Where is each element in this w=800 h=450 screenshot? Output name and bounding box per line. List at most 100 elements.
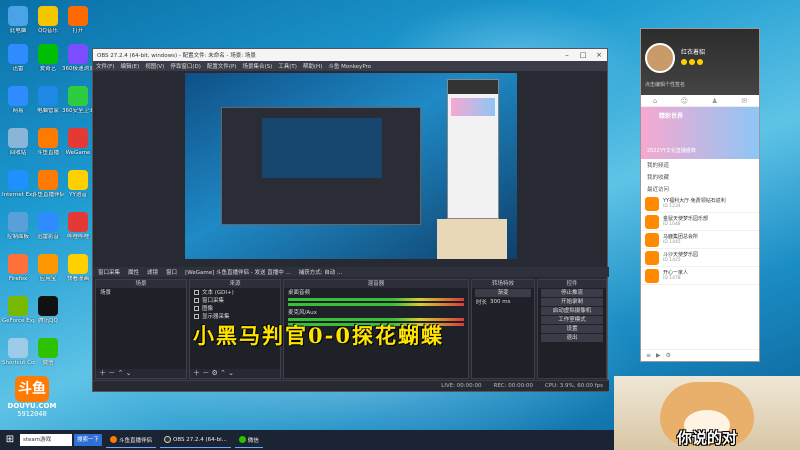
up-icon[interactable]: ⌃ [117, 369, 123, 377]
capture-method-select[interactable]: 捕获方式: 自动 ... [299, 268, 343, 276]
desktop-icon-label: GeForce Experience [2, 318, 34, 324]
desktop-icon[interactable]: YY语音 [62, 170, 94, 198]
add-icon[interactable]: ＋ [99, 369, 106, 377]
desktop-icon[interactable]: 腾讯QQ [32, 296, 64, 324]
menu-view[interactable]: 视图(V) [145, 62, 164, 70]
channel-icon[interactable]: ♟ [712, 97, 718, 105]
desktop-icon-label: 回收站 [9, 150, 27, 156]
menu-profile[interactable]: 配置文件(P) [207, 62, 237, 70]
desktop-icon[interactable]: 应用宝 [32, 254, 64, 282]
desktop-icon[interactable]: 360安全卫士 [62, 86, 94, 114]
up-icon[interactable]: ⌃ [220, 369, 226, 377]
yy-signature[interactable]: 点击编辑个性签名 [645, 81, 685, 88]
gear-icon[interactable]: ⚙ [211, 369, 217, 377]
source-item[interactable]: 显示器采集 [190, 312, 280, 320]
list-item[interactable]: YY福利大厅·免费领钻石返利 ID 1234 [641, 195, 759, 213]
desktop-icon[interactable]: 电脑管家 [32, 86, 64, 114]
settings-button[interactable]: 设置 [541, 325, 603, 333]
virtual-camera-button[interactable]: 启动虚拟摄像机 [541, 307, 603, 315]
studio-mode-button[interactable]: 工作室模式 [541, 316, 603, 324]
message-icon[interactable]: ✉ [741, 97, 747, 105]
yy-banner[interactable]: 精彩世界 2022YY文化直播盛典 [641, 107, 759, 159]
source-item[interactable]: 窗口采集 [190, 296, 280, 304]
contacts-icon[interactable]: ☺ [681, 97, 688, 105]
desktop-icon[interactable]: 快看漫画 [62, 254, 94, 282]
desktop-icon[interactable]: WeGame [62, 128, 94, 156]
menu-tools[interactable]: 工具(T) [278, 62, 297, 70]
close-icon[interactable]: × [591, 51, 607, 59]
desktop-icon[interactable]: GeForce Experience [2, 296, 34, 324]
add-icon[interactable]: ＋ [193, 369, 200, 377]
taskbar-app-wechat[interactable]: 微信 [234, 432, 263, 448]
desktop-icon[interactable]: 控制面板 [2, 212, 34, 240]
duration-input[interactable]: 300 ms [490, 299, 510, 305]
home-icon[interactable]: ⌂ [653, 97, 657, 105]
menu-docks[interactable]: 停靠窗口(D) [170, 62, 201, 70]
taskbar-app-obs[interactable]: OBS 27.2.4 (64-bi... [160, 432, 231, 448]
taskbar-search-input[interactable]: steam游戏 [20, 434, 72, 446]
obs-icon [164, 436, 172, 443]
scene-item[interactable]: 场景 [96, 288, 186, 296]
list-item-sub: ID 1234 [663, 204, 681, 209]
yy-section[interactable]: 我的收藏 [641, 171, 759, 183]
desktop-icon[interactable]: 迅雷 [2, 44, 34, 72]
menu-file[interactable]: 文件(F) [96, 62, 114, 70]
menu-plugin[interactable]: 斗鱼 MonkeyPro [328, 62, 371, 70]
desktop-icon[interactable]: 网易 [2, 86, 34, 114]
desktop-icon[interactable]: 斗鱼直播伴侣 [32, 170, 64, 198]
desktop-icon[interactable]: Internet Explorer [2, 170, 34, 198]
transition-type-select[interactable]: 渐变 [475, 289, 531, 297]
desktop-icon[interactable]: Shortcut Core [2, 338, 34, 366]
remove-icon[interactable]: － [108, 369, 115, 377]
menu-icon[interactable]: ≡ [646, 352, 651, 359]
douyu-logo: 斗鱼 DOUYU.COM 5912040 [2, 376, 62, 420]
menu-scene-collection[interactable]: 场景集合(S) [242, 62, 272, 70]
desktop-icon-label: 360极速浏览器 [62, 66, 94, 72]
desktop-icon[interactable]: 斗鱼直播 [32, 128, 64, 156]
desktop-icon[interactable]: 爱奇艺 [32, 44, 64, 72]
desktop-icon[interactable]: 打开 [62, 6, 94, 34]
menu-edit[interactable]: 编辑(E) [120, 62, 139, 70]
taskbar-search-button[interactable]: 搜索一下 [74, 434, 103, 446]
menu-help[interactable]: 帮助(H) [303, 62, 322, 70]
mixer-track: 麦克风/Aux [284, 308, 468, 316]
properties-button[interactable]: 属性 [128, 268, 139, 276]
this-pc-icon [8, 6, 28, 26]
yy-section[interactable]: 我的频道 [641, 159, 759, 171]
exit-button[interactable]: 退出 [541, 334, 603, 342]
filters-button[interactable]: 滤镜 [147, 268, 158, 276]
channel-avatar-icon [645, 214, 659, 229]
remove-icon[interactable]: － [202, 369, 209, 377]
obs-preview[interactable] [185, 73, 517, 259]
source-item[interactable]: 图像 [190, 304, 280, 312]
list-item[interactable]: 金鼠天使梦乐园乐部 ID 1048 [641, 213, 759, 231]
desktop-icon[interactable]: 此电脑 [2, 6, 34, 34]
desktop-icon[interactable]: 回收站 [2, 128, 34, 156]
desktop-icon[interactable]: 哔哩哔哩 [62, 212, 94, 240]
desktop-icon[interactable]: QQ音乐 [32, 6, 64, 34]
list-item[interactable]: 斗沙天使梦乐园 ID 1425 [641, 249, 759, 267]
start-recording-button[interactable]: 开始录制 [541, 298, 603, 306]
maximize-icon[interactable]: □ [575, 51, 591, 59]
window-select[interactable]: [WeGame] 斗鱼直播伴侣 - 发送 直播中 ... [185, 268, 291, 276]
desktop-icon[interactable]: 微信 [32, 338, 64, 366]
taskbar-app-douyu[interactable]: 斗鱼直播伴侣 [106, 432, 157, 448]
down-icon[interactable]: ⌄ [228, 369, 234, 377]
desktop-icon[interactable]: 360极速浏览器 [62, 44, 94, 72]
minimize-icon[interactable]: – [559, 51, 575, 59]
start-icon[interactable]: ⊞ [0, 430, 20, 450]
source-item[interactable]: 文本 (GDI+) [190, 288, 280, 296]
down-icon[interactable]: ⌄ [126, 369, 132, 377]
list-item[interactable]: 开心一家人 ID 1478 [641, 267, 759, 285]
desktop-icon-label: Firefox [8, 276, 28, 282]
stop-streaming-button[interactable]: 停止推流 [541, 289, 603, 297]
gear-icon[interactable]: ⚙ [666, 352, 671, 359]
list-item[interactable]: 马鹿集团总会所 ID 1445 [641, 231, 759, 249]
audio-meter [288, 303, 464, 306]
play-icon[interactable]: ▶ [656, 352, 661, 359]
desktop-icon[interactable]: Firefox [2, 254, 34, 282]
desktop-icon[interactable]: 迅雷影音 [32, 212, 64, 240]
yy-section[interactable]: 最近访问 [641, 183, 759, 195]
avatar[interactable] [645, 43, 675, 73]
yy-nickname[interactable]: 红衣着貂 [681, 47, 705, 56]
